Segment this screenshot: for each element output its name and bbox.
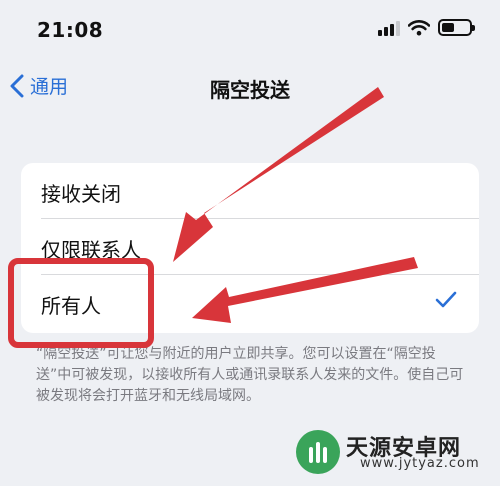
annotation-arrows <box>173 87 418 323</box>
watermark: 天源安卓网 www.jytyaz.com <box>296 428 496 478</box>
annotation-arrow-upper <box>173 87 384 262</box>
watermark-url: www.jytyaz.com <box>360 456 480 471</box>
annotation-arrow-lower <box>192 257 418 323</box>
android-logo-icon <box>296 430 340 474</box>
